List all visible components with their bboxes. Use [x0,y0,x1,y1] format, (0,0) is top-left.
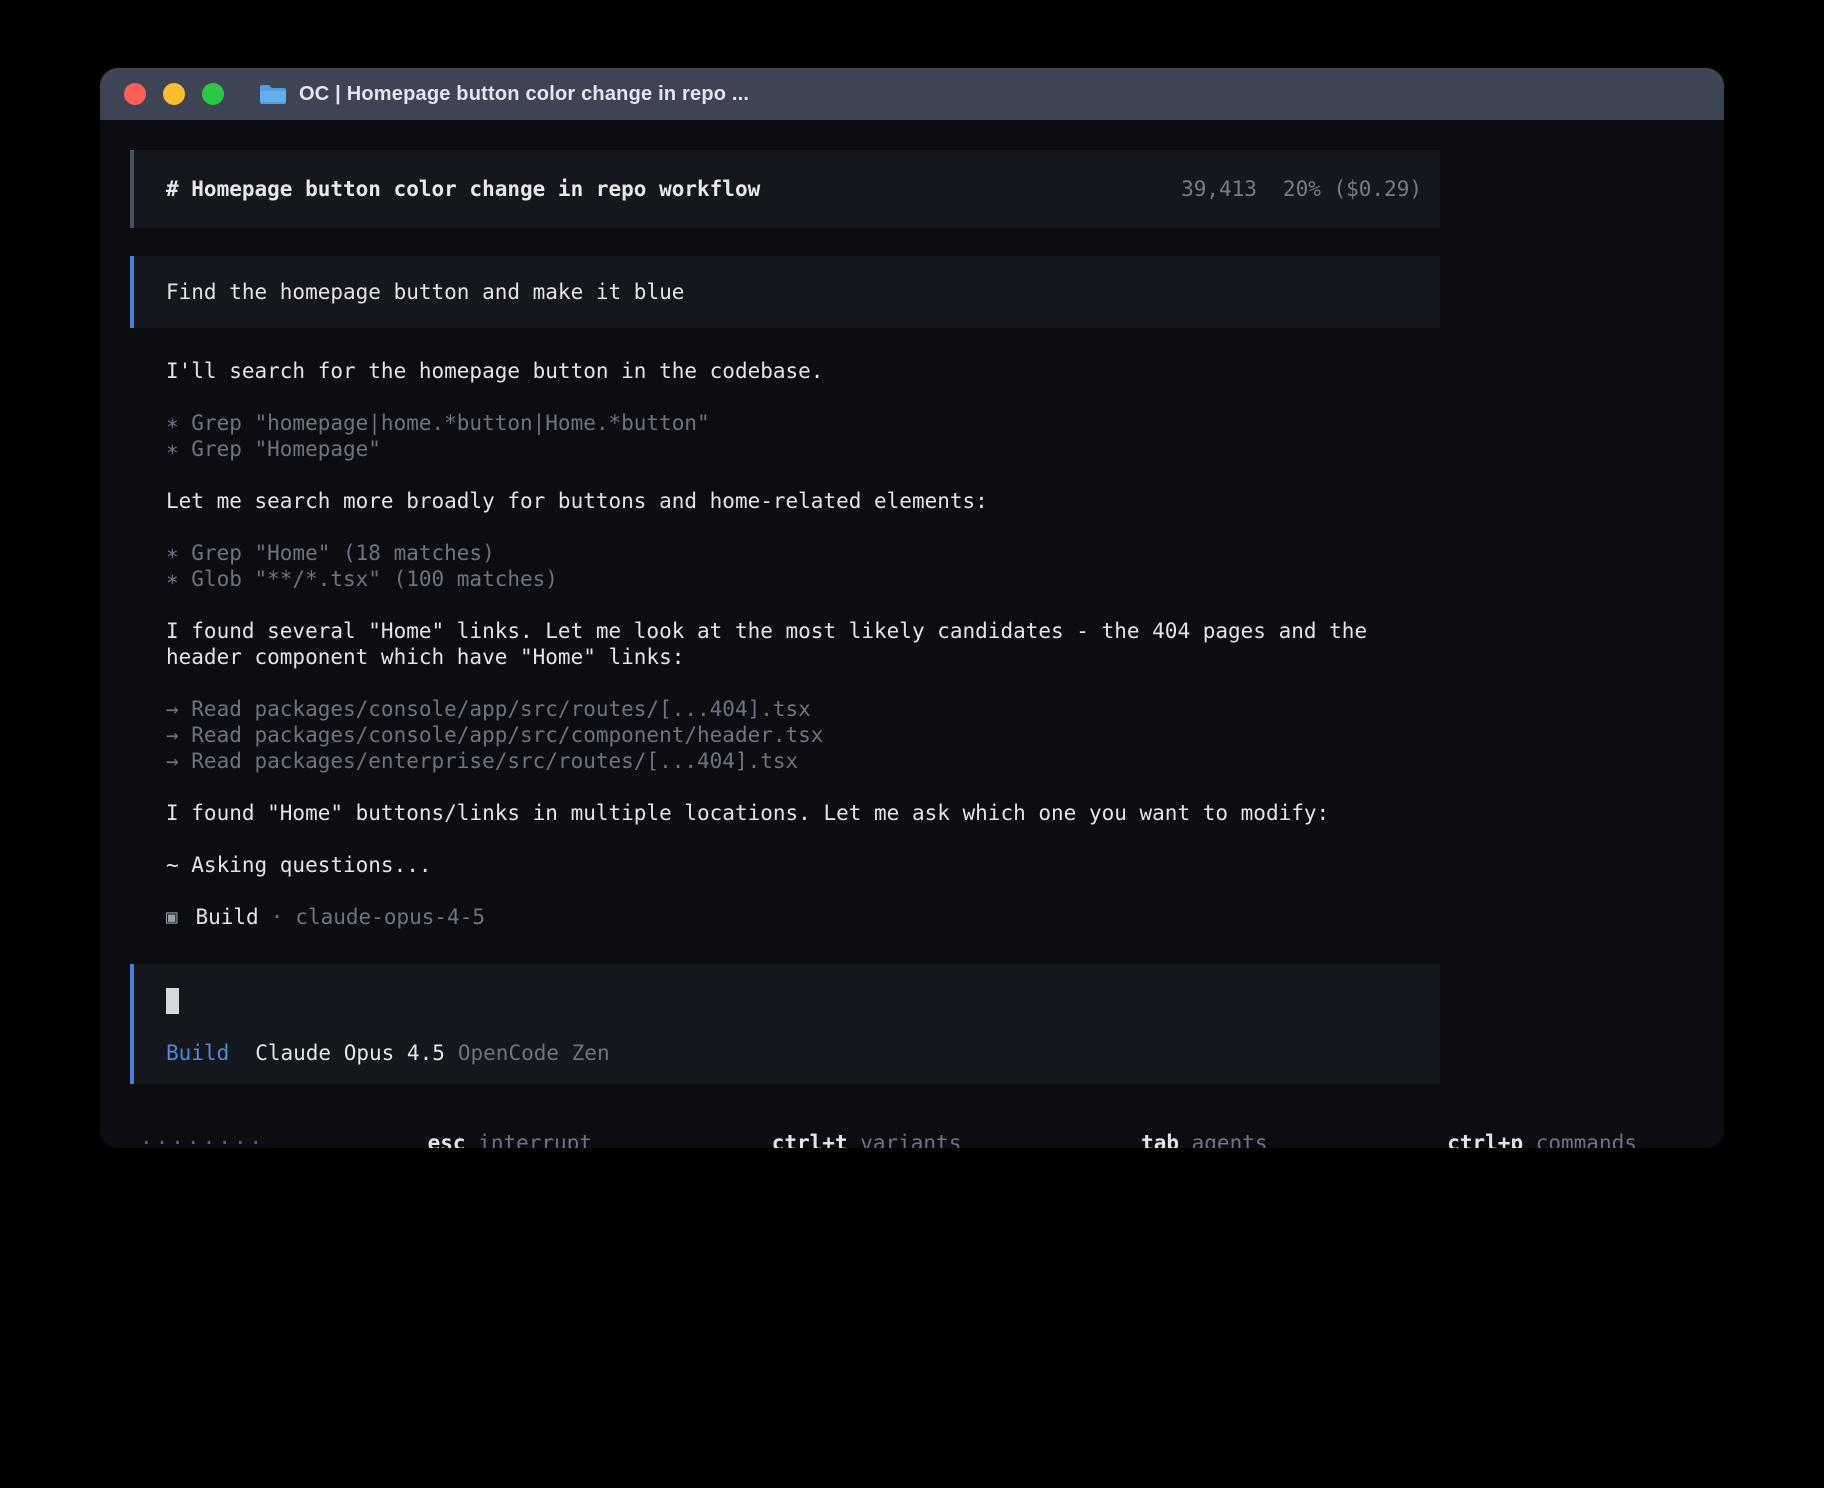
tool-call-line: → Read packages/console/app/src/componen… [166,722,1440,748]
hint-key: tab [1141,1131,1179,1148]
input-provider: OpenCode Zen [458,1040,610,1066]
user-message: Find the homepage button and make it blu… [130,256,1440,328]
tool-call-line: ∗ Grep "Homepage" [166,436,1440,462]
session-stats: 39,413 20% ($0.29) [1181,177,1422,201]
agent-status-line: ▣ Build · claude-opus-4-5 [166,904,1440,930]
hint-commands: ctrl+p commands [1296,1104,1637,1148]
close-button[interactable] [124,83,146,105]
hint-label: commands [1523,1131,1637,1148]
hint-variants: ctrl+t variants [620,1104,961,1148]
hint-label: variants [848,1131,962,1148]
minimize-button[interactable] [163,83,185,105]
input-meta: Build Claude Opus 4.5 OpenCode Zen [166,1040,1440,1066]
hint-interrupt: esc interrupt [301,1104,592,1148]
assistant-text-line: I'll search for the homepage button in t… [166,358,1440,384]
terminal-window: OC | Homepage button color change in rep… [100,68,1724,1148]
terminal-content: # Homepage button color change in repo w… [100,120,1724,1148]
tool-call-line: ∗ Grep "Home" (18 matches) [166,540,1440,566]
context-usage: 20% ($0.29) [1283,177,1422,201]
title-bar: OC | Homepage button color change in rep… [100,68,1724,120]
session-title: # Homepage button color change in repo w… [166,177,760,201]
tool-call-line: ∗ Glob "**/*.tsx" (100 matches) [166,566,1440,592]
input-model: Claude Opus 4.5 [255,1040,445,1066]
window-title: OC | Homepage button color change in rep… [299,83,749,106]
agent-separator: · [271,904,284,930]
session-header: # Homepage button color change in repo w… [130,150,1440,228]
hint-key: ctrl+t [772,1131,848,1148]
spinner: ········ [140,1130,265,1148]
hint-key: esc [428,1131,466,1148]
tool-call-line: → Read packages/console/app/src/routes/[… [166,696,1440,722]
agent-icon: ▣ [166,904,177,930]
assistant-text-line: I found several "Home" links. Let me loo… [166,618,1440,644]
token-count: 39,413 [1181,177,1257,201]
folder-icon [259,83,287,105]
zoom-button[interactable] [202,83,224,105]
status-text-line: ~ Asking questions... [166,852,1440,878]
right-hints: ctrl+t variants tab agents ctrl+p comman… [592,1104,1637,1148]
prompt-input[interactable]: Build Claude Opus 4.5 OpenCode Zen [130,964,1440,1084]
assistant-text-line: I found "Home" buttons/links in multiple… [166,800,1440,826]
hint-key: ctrl+p [1447,1131,1523,1148]
mode-badge: Build [166,1040,229,1066]
transcript: I'll search for the homepage button in t… [166,358,1440,930]
agent-name: Build [195,904,258,930]
text-cursor [166,988,179,1014]
hint-label: agents [1179,1131,1268,1148]
assistant-text-line: Let me search more broadly for buttons a… [166,488,1440,514]
assistant-text-line: header component which have "Home" links… [166,644,1440,670]
agent-model: claude-opus-4-5 [295,904,485,930]
status-bar: ········ esc interrupt ctrl+t variants t… [130,1104,1440,1148]
user-message-text: Find the homepage button and make it blu… [166,279,684,305]
hint-label: interrupt [466,1131,592,1148]
tool-call-line: → Read packages/enterprise/src/routes/[.… [166,748,1440,774]
hint-agents: tab agents [989,1104,1267,1148]
tool-call-line: ∗ Grep "homepage|home.*button|Home.*butt… [166,410,1440,436]
